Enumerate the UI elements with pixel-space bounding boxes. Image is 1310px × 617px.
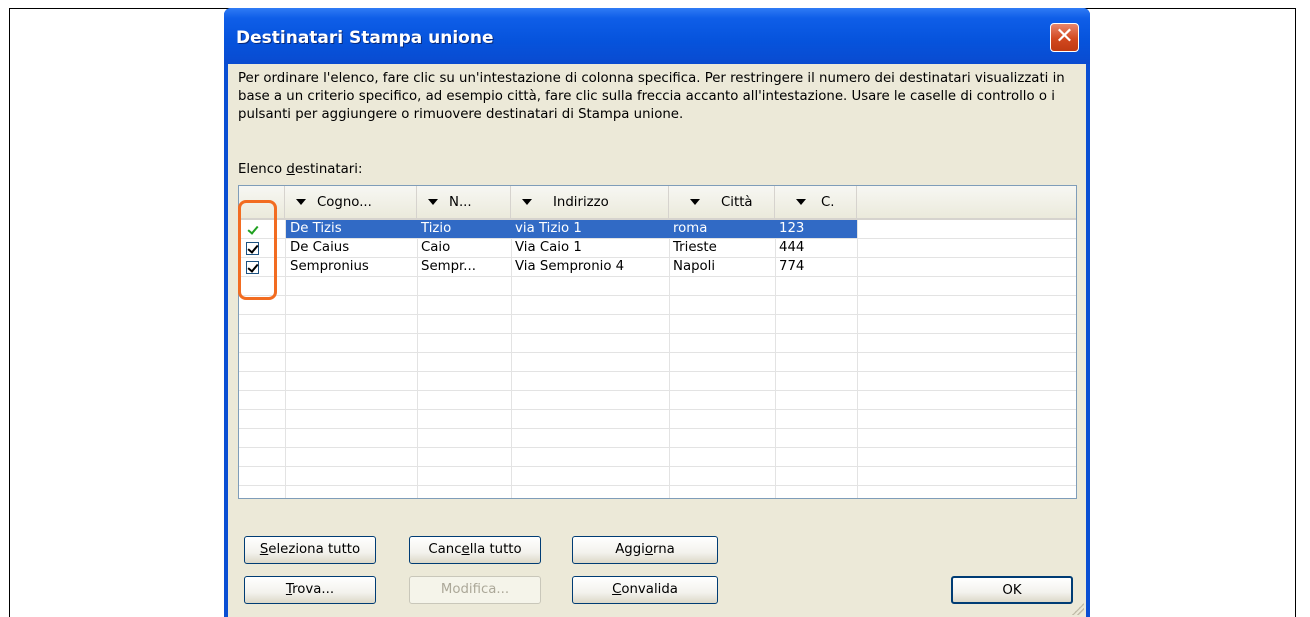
cell-surname: Sempronius [290,259,369,274]
select-all-button[interactable]: Seleziona tutto [244,536,376,564]
cell-address: via Tizio 1 [511,220,669,238]
column-header-address[interactable]: Indirizzo [511,186,669,218]
cell-name: Tizio [417,220,511,238]
dropdown-arrow-icon[interactable] [687,195,703,209]
title-bar[interactable]: Destinatari Stampa unione ✕ [224,8,1090,64]
cell-cap: 774 [779,259,805,274]
empty-row [239,391,1076,410]
cell-city: Trieste [673,240,717,255]
validate-button[interactable]: Convalida [572,576,718,604]
recipient-list[interactable]: Cogno... N... Indirizzo Città C. De Tizi… [238,185,1077,499]
column-header-surname[interactable]: Cogno... [285,186,417,218]
empty-row [239,277,1076,296]
cell-cap: 444 [779,240,805,255]
table-row[interactable]: De Caius Caio Via Caio 1 Trieste 444 [239,239,1076,258]
cell-name: Sempr... [421,259,476,274]
column-header-cap[interactable]: C. [775,186,857,218]
table-row[interactable]: Sempronius Sempr... Via Sempronio 4 Napo… [239,258,1076,277]
close-icon[interactable]: ✕ [1050,23,1079,52]
list-header: Cogno... N... Indirizzo Città C. [239,186,1076,220]
instructions-text: Per ordinare l'elenco, fare clic su un'i… [238,71,1065,122]
dialog-client-area: Per ordinare l'elenco, fare clic su un'i… [228,64,1086,617]
column-header-city[interactable]: Città [669,186,775,218]
dialog-title: Destinatari Stampa unione [236,28,494,48]
ok-button[interactable]: OK [951,576,1073,604]
cell-cap: 123 [775,220,857,238]
mail-merge-recipients-dialog: Destinatari Stampa unione ✕ Per ordinare… [224,8,1090,617]
cell-surname: De Caius [290,240,350,255]
empty-row [239,334,1076,353]
cell-address: Via Caio 1 [515,240,582,255]
empty-row [239,448,1076,467]
empty-row [239,467,1076,486]
table-row[interactable]: De Tizis Tizio via Tizio 1 roma 123 [239,220,1076,239]
empty-row [239,353,1076,372]
cell-name: Caio [421,240,451,255]
dropdown-arrow-icon[interactable] [293,195,309,209]
edit-button[interactable]: Modifica... [409,576,541,604]
refresh-button[interactable]: Aggiorna [572,536,718,564]
checkbox-highlight-annotation [238,200,277,300]
outer-frame-right [1295,8,1296,617]
resize-grip-icon[interactable] [1072,603,1084,615]
outer-frame-left [9,8,10,617]
column-header-name[interactable]: N... [417,186,511,218]
cell-city: roma [669,220,775,238]
empty-row [239,372,1076,391]
empty-row [239,296,1076,315]
find-button[interactable]: Trova... [244,576,376,604]
cell-surname: De Tizis [286,220,417,238]
empty-row [239,315,1076,334]
dropdown-arrow-icon[interactable] [519,195,535,209]
empty-row [239,429,1076,448]
dropdown-arrow-icon[interactable] [793,195,809,209]
clear-all-button[interactable]: Cancella tutto [409,536,541,564]
recipient-list-label: Elenco destinatari: [238,162,363,177]
empty-row [239,410,1076,429]
dropdown-arrow-icon[interactable] [425,195,441,209]
cell-address: Via Sempronio 4 [515,259,625,274]
cell-city: Napoli [673,259,716,274]
